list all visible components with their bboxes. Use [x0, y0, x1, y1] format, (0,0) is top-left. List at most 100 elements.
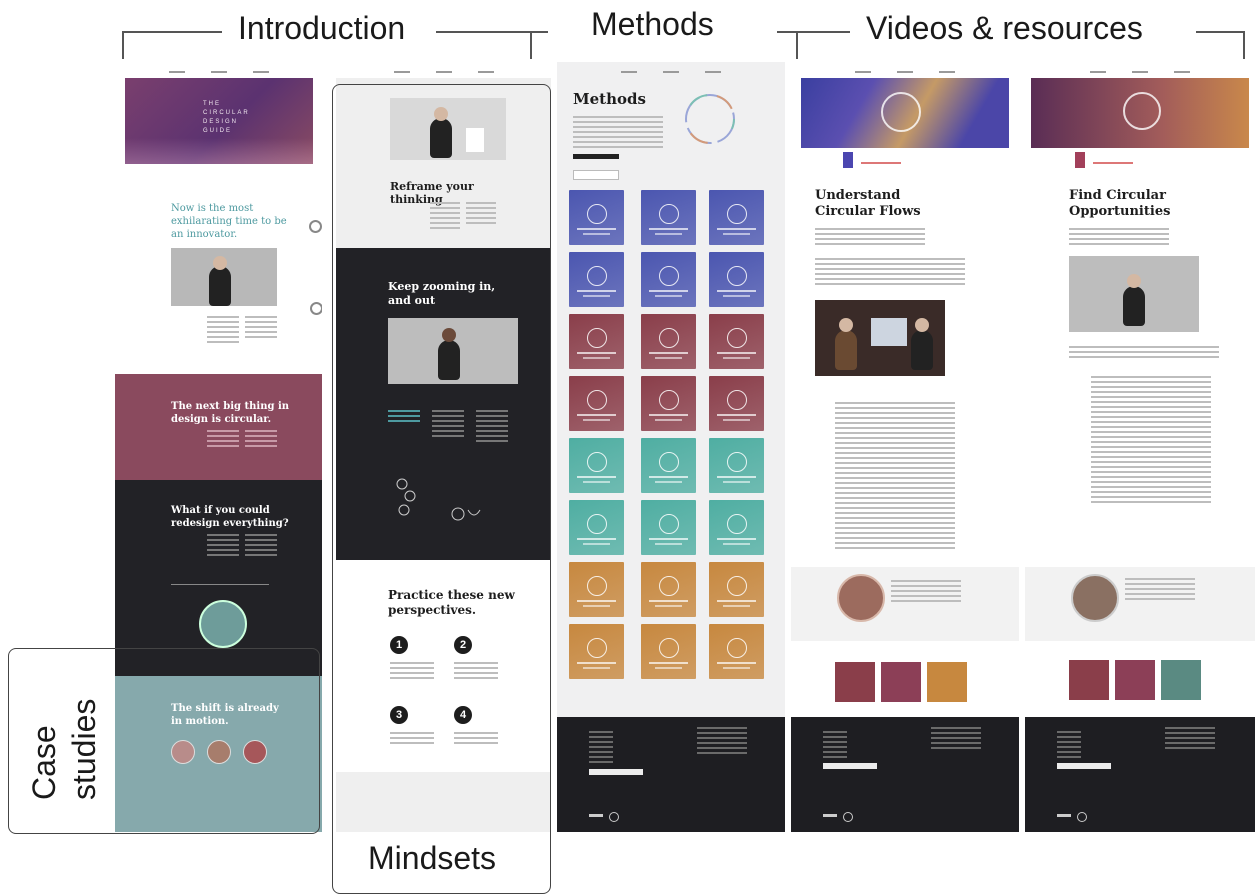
videos-bracket-left — [777, 31, 850, 33]
method-tile-icon — [587, 514, 607, 534]
videos-bracket-left-tick — [796, 31, 798, 59]
intro-hero: THE CIRCULAR DESIGN GUIDE — [125, 78, 313, 164]
videos-2-title: Find Circular Opportunities — [1069, 188, 1171, 219]
method-tile-icon — [587, 576, 607, 596]
videos-1-author-avatar — [837, 574, 885, 622]
method-tile[interactable] — [569, 252, 624, 307]
methods-cycle-diagram — [685, 94, 735, 144]
method-tile-icon — [727, 266, 747, 286]
videos-bracket-right-tick — [1243, 31, 1245, 59]
intro-bracket-left-tick — [122, 31, 124, 59]
videos-2-related-3[interactable] — [1161, 660, 1201, 700]
intro-scroll-dot[interactable] — [309, 220, 322, 233]
videos-2-footer-button[interactable] — [1057, 763, 1111, 769]
videos-1-related-3[interactable] — [927, 662, 967, 702]
method-tile-icon — [659, 204, 679, 224]
method-tile[interactable] — [641, 438, 696, 493]
methods-search-input[interactable] — [573, 170, 619, 180]
method-tile[interactable] — [641, 624, 696, 679]
case-studies-label-line-2: studies — [66, 698, 102, 800]
videos-1-video[interactable] — [815, 300, 945, 376]
videos-1-title: Understand Circular Flows — [815, 188, 921, 219]
method-tile-icon — [659, 390, 679, 410]
mindsets-label: Mindsets — [368, 840, 497, 876]
method-tile[interactable] — [709, 252, 764, 307]
method-tile[interactable] — [641, 562, 696, 617]
method-tile[interactable] — [709, 500, 764, 555]
method-tile[interactable] — [709, 376, 764, 431]
method-tile[interactable] — [641, 314, 696, 369]
method-tile[interactable] — [641, 190, 696, 245]
methods-footer-logo — [609, 812, 619, 822]
method-tile[interactable] — [569, 438, 624, 493]
method-tile[interactable] — [709, 438, 764, 493]
methods-filter-button[interactable] — [573, 154, 619, 159]
method-tile-icon — [727, 638, 747, 658]
method-tile-icon — [727, 452, 747, 472]
intro-video[interactable] — [171, 248, 277, 306]
method-tile-icon — [727, 328, 747, 348]
videos-page-2: Find Circular Opportunities — [1025, 62, 1255, 832]
videos-2-author-avatar — [1071, 574, 1119, 622]
method-tile[interactable] — [709, 624, 764, 679]
introduction-label: Introduction — [238, 10, 406, 46]
method-tile-icon — [659, 328, 679, 348]
mindsets-highlight-box — [332, 84, 551, 894]
method-tile-icon — [727, 204, 747, 224]
method-tile[interactable] — [641, 252, 696, 307]
method-tile[interactable] — [641, 500, 696, 555]
videos-1-related-1[interactable] — [835, 662, 875, 702]
method-tile[interactable] — [569, 500, 624, 555]
method-tile[interactable] — [641, 376, 696, 431]
method-tile-icon — [587, 266, 607, 286]
videos-1-hero — [801, 78, 1009, 148]
intro-circle-graphic — [199, 600, 247, 648]
method-tile-icon — [727, 390, 747, 410]
intro-scroll-dot-2[interactable] — [310, 302, 322, 315]
videos-2-video[interactable] — [1069, 256, 1199, 332]
videos-2-related-1[interactable] — [1069, 660, 1109, 700]
intro-headline-2: The next big thing in design is circular… — [171, 401, 290, 425]
intro-headline-3: What if you could redesign everything? — [171, 505, 289, 529]
methods-title: Methods — [573, 90, 646, 108]
videos-1-badge — [843, 152, 853, 168]
method-tile-icon — [587, 204, 607, 224]
methods-label: Methods — [591, 6, 714, 42]
videos-1-footer — [791, 717, 1019, 832]
method-tile[interactable] — [569, 376, 624, 431]
methods-page: Methods — [557, 62, 785, 832]
method-tile-icon — [587, 390, 607, 410]
method-tile[interactable] — [709, 314, 764, 369]
method-tile[interactable] — [709, 562, 764, 617]
method-tile[interactable] — [709, 190, 764, 245]
method-tile-icon — [587, 328, 607, 348]
videos-1-related-2[interactable] — [881, 662, 921, 702]
method-tile[interactable] — [569, 314, 624, 369]
intro-nav — [115, 68, 322, 76]
intro-hero-title: THE CIRCULAR DESIGN GUIDE — [203, 101, 250, 134]
intro-section-dark: What if you could redesign everything? — [115, 480, 322, 676]
method-tile[interactable] — [569, 562, 624, 617]
methods-footer — [557, 717, 785, 832]
videos-label: Videos & resources — [866, 10, 1143, 46]
methods-footer-button[interactable] — [589, 769, 643, 775]
method-tile-icon — [659, 638, 679, 658]
method-tile[interactable] — [569, 190, 624, 245]
method-tile-icon — [727, 576, 747, 596]
method-tile-icon — [659, 266, 679, 286]
case-studies-label: Case studies — [24, 660, 104, 800]
method-tile-icon — [587, 452, 607, 472]
videos-2-footer — [1025, 717, 1255, 832]
method-tile-icon — [587, 638, 607, 658]
case-studies-label-line-1: Case — [26, 725, 62, 800]
method-tile-icon — [727, 514, 747, 534]
intro-section-mauve: The next big thing in design is circular… — [115, 374, 322, 480]
videos-bracket-right — [1196, 31, 1244, 33]
videos-1-footer-button[interactable] — [823, 763, 877, 769]
videos-2-related-2[interactable] — [1115, 660, 1155, 700]
method-tile-icon — [659, 452, 679, 472]
videos-page-1: Understand Circular Flows — [791, 62, 1019, 832]
videos-2-badge — [1075, 152, 1085, 168]
method-tile[interactable] — [569, 624, 624, 679]
intro-headline-1: Now is the most exhilarating time to be … — [171, 203, 287, 240]
